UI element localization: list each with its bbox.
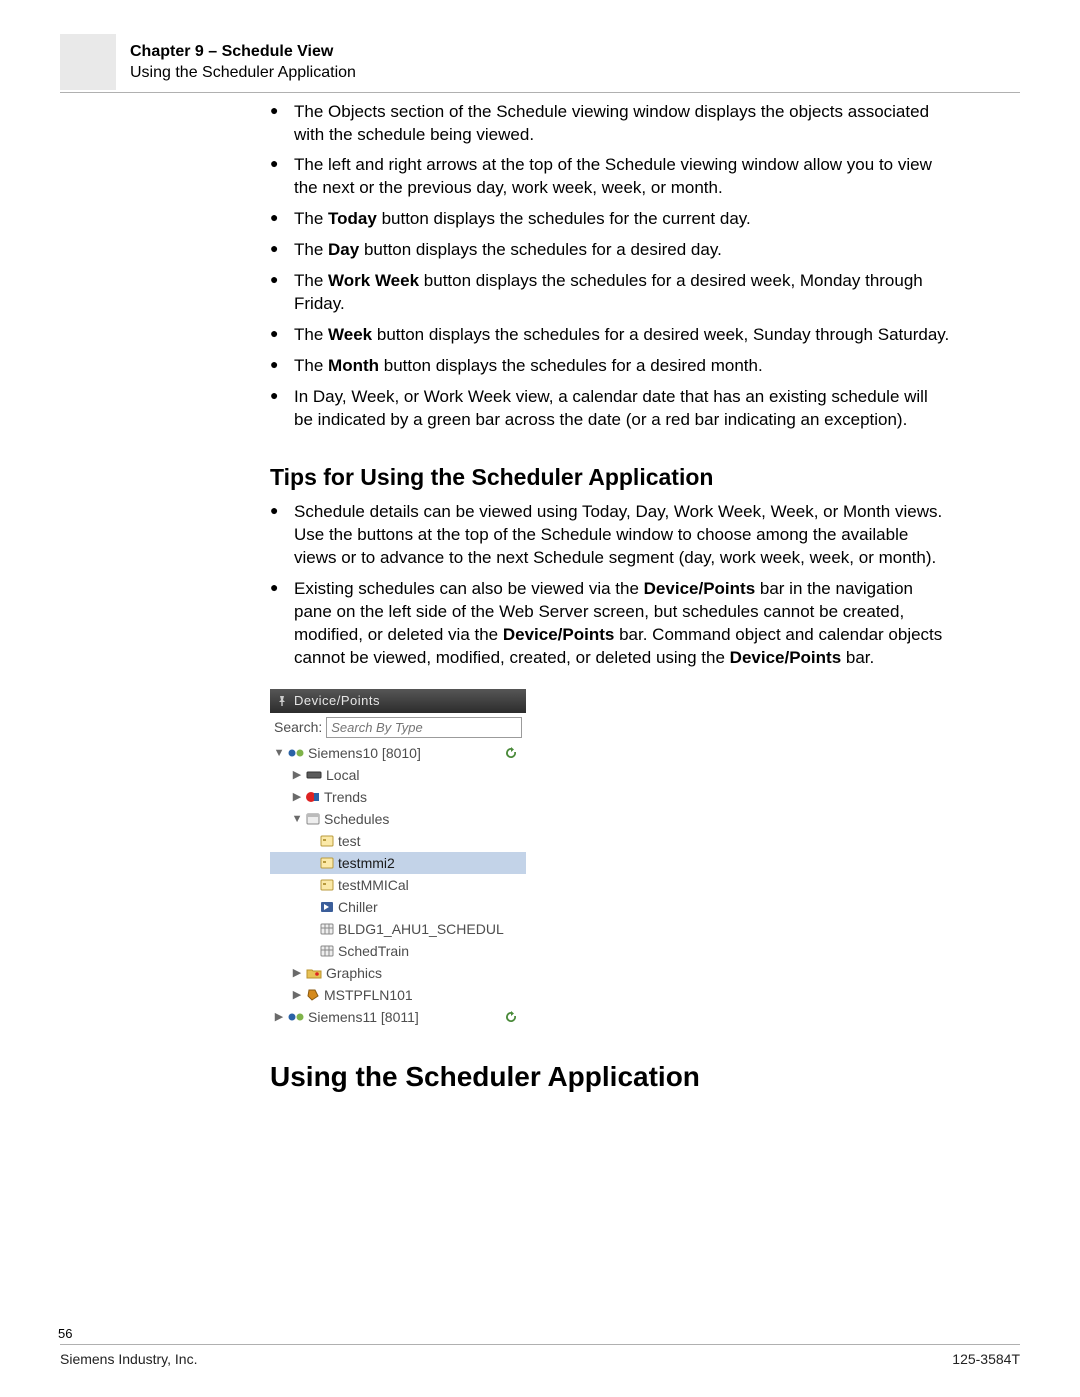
panel-search-row: Search: bbox=[270, 713, 526, 742]
thumbtack-icon bbox=[276, 695, 288, 707]
search-input[interactable] bbox=[326, 717, 522, 738]
tree-label: Trends bbox=[324, 788, 367, 807]
bullet-item: The Month button displays the schedules … bbox=[270, 355, 950, 378]
page-number: 56 bbox=[58, 1326, 72, 1341]
bullet-item: The Week button displays the schedules f… bbox=[270, 324, 950, 347]
tree-label: Local bbox=[326, 766, 359, 785]
content-area: The Objects section of the Schedule view… bbox=[270, 101, 950, 1096]
tree-item-testmmical[interactable]: testMMICal bbox=[270, 874, 526, 896]
trends-icon bbox=[306, 791, 320, 803]
tree-label: testMMICal bbox=[338, 876, 409, 895]
chevron-right-icon[interactable]: ▶ bbox=[292, 768, 302, 783]
bullet-list-1: The Objects section of the Schedule view… bbox=[270, 101, 950, 432]
tree-label: MSTPFLN101 bbox=[324, 986, 413, 1005]
refresh-icon[interactable] bbox=[504, 1010, 522, 1024]
bullet-item: In Day, Week, or Work Week view, a calen… bbox=[270, 386, 950, 432]
tree-label: SchedTrain bbox=[338, 942, 409, 961]
bullet-item: Schedule details can be viewed using Tod… bbox=[270, 501, 950, 570]
bullet-list-2: Schedule details can be viewed using Tod… bbox=[270, 501, 950, 670]
tree-label: Schedules bbox=[324, 810, 389, 829]
tree-item-graphics[interactable]: ▶ Graphics bbox=[270, 962, 526, 984]
chevron-right-icon[interactable]: ▶ bbox=[274, 1010, 284, 1025]
bullet-item: The Objects section of the Schedule view… bbox=[270, 101, 950, 147]
bullet-item: Existing schedules can also be viewed vi… bbox=[270, 578, 950, 670]
chapter-title: Chapter 9 – Schedule View bbox=[130, 42, 1020, 63]
calendar-icon bbox=[306, 813, 320, 825]
tree-label: Chiller bbox=[338, 898, 378, 917]
chevron-down-icon[interactable]: ▼ bbox=[274, 746, 284, 761]
refresh-icon[interactable] bbox=[504, 746, 522, 760]
tree-label: Siemens10 [8010] bbox=[308, 744, 421, 763]
tree-item-schedtrain[interactable]: SchedTrain bbox=[270, 940, 526, 962]
schedule-item-icon bbox=[320, 835, 334, 847]
chevron-right-icon[interactable]: ▶ bbox=[292, 988, 302, 1003]
network-node-icon bbox=[288, 747, 304, 759]
network-node-icon bbox=[288, 1011, 304, 1023]
panel-titlebar: Device/Points bbox=[270, 689, 526, 713]
tree-item-siemens10[interactable]: ▼ Siemens10 [8010] bbox=[270, 742, 526, 764]
tree-label: BLDG1_AHU1_SCHEDUL bbox=[338, 920, 504, 939]
chevron-right-icon[interactable]: ▶ bbox=[292, 966, 302, 981]
chevron-right-icon[interactable]: ▶ bbox=[292, 790, 302, 805]
chapter-subtitle: Using the Scheduler Application bbox=[130, 63, 1020, 84]
footer-right: 125-3584T bbox=[952, 1351, 1020, 1367]
bullet-item: The left and right arrows at the top of … bbox=[270, 154, 950, 200]
heading-tips: Tips for Using the Scheduler Application bbox=[270, 462, 950, 493]
panel-title: Device/Points bbox=[294, 692, 380, 710]
schedule-item-icon bbox=[320, 879, 334, 891]
command-icon bbox=[320, 901, 334, 913]
terminal-icon bbox=[306, 988, 320, 1002]
page-header: Chapter 9 – Schedule View Using the Sche… bbox=[130, 36, 1020, 84]
tree-label: test bbox=[338, 832, 361, 851]
bullet-item: The Day button displays the schedules fo… bbox=[270, 239, 950, 262]
footer-left: Siemens Industry, Inc. bbox=[60, 1351, 197, 1367]
tree-item-testmmi2[interactable]: testmmi2 bbox=[270, 852, 526, 874]
chevron-down-icon[interactable]: ▼ bbox=[292, 812, 302, 827]
tree-item-local[interactable]: ▶ Local bbox=[270, 764, 526, 786]
tree-item-chiller[interactable]: Chiller bbox=[270, 896, 526, 918]
tree-item-test[interactable]: test bbox=[270, 830, 526, 852]
search-label: Search: bbox=[274, 718, 322, 737]
tree-item-trends[interactable]: ▶ Trends bbox=[270, 786, 526, 808]
calendar-small-icon bbox=[320, 923, 334, 935]
device-points-panel: Device/Points Search: ▼ Siemens10 [8010]… bbox=[270, 689, 526, 1028]
tree-item-siemens11[interactable]: ▶ Siemens11 [8011] bbox=[270, 1006, 526, 1028]
page-footer: Siemens Industry, Inc. 125-3584T bbox=[60, 1344, 1020, 1367]
bullet-item: The Today button displays the schedules … bbox=[270, 208, 950, 231]
calendar-small-icon bbox=[320, 945, 334, 957]
tree-label: testmmi2 bbox=[338, 854, 395, 873]
schedule-item-icon bbox=[320, 857, 334, 869]
folder-graphics-icon bbox=[306, 967, 322, 979]
heading-using: Using the Scheduler Application bbox=[270, 1058, 950, 1096]
tree-label: Graphics bbox=[326, 964, 382, 983]
header-graybox bbox=[60, 34, 116, 90]
header-divider bbox=[60, 92, 1020, 93]
tree-item-bldg[interactable]: BLDG1_AHU1_SCHEDUL bbox=[270, 918, 526, 940]
tree-label: Siemens11 [8011] bbox=[308, 1008, 419, 1027]
bullet-item: The Work Week button displays the schedu… bbox=[270, 270, 950, 316]
tree-item-mstp[interactable]: ▶ MSTPFLN101 bbox=[270, 984, 526, 1006]
device-icon bbox=[306, 769, 322, 781]
tree-item-schedules[interactable]: ▼ Schedules bbox=[270, 808, 526, 830]
